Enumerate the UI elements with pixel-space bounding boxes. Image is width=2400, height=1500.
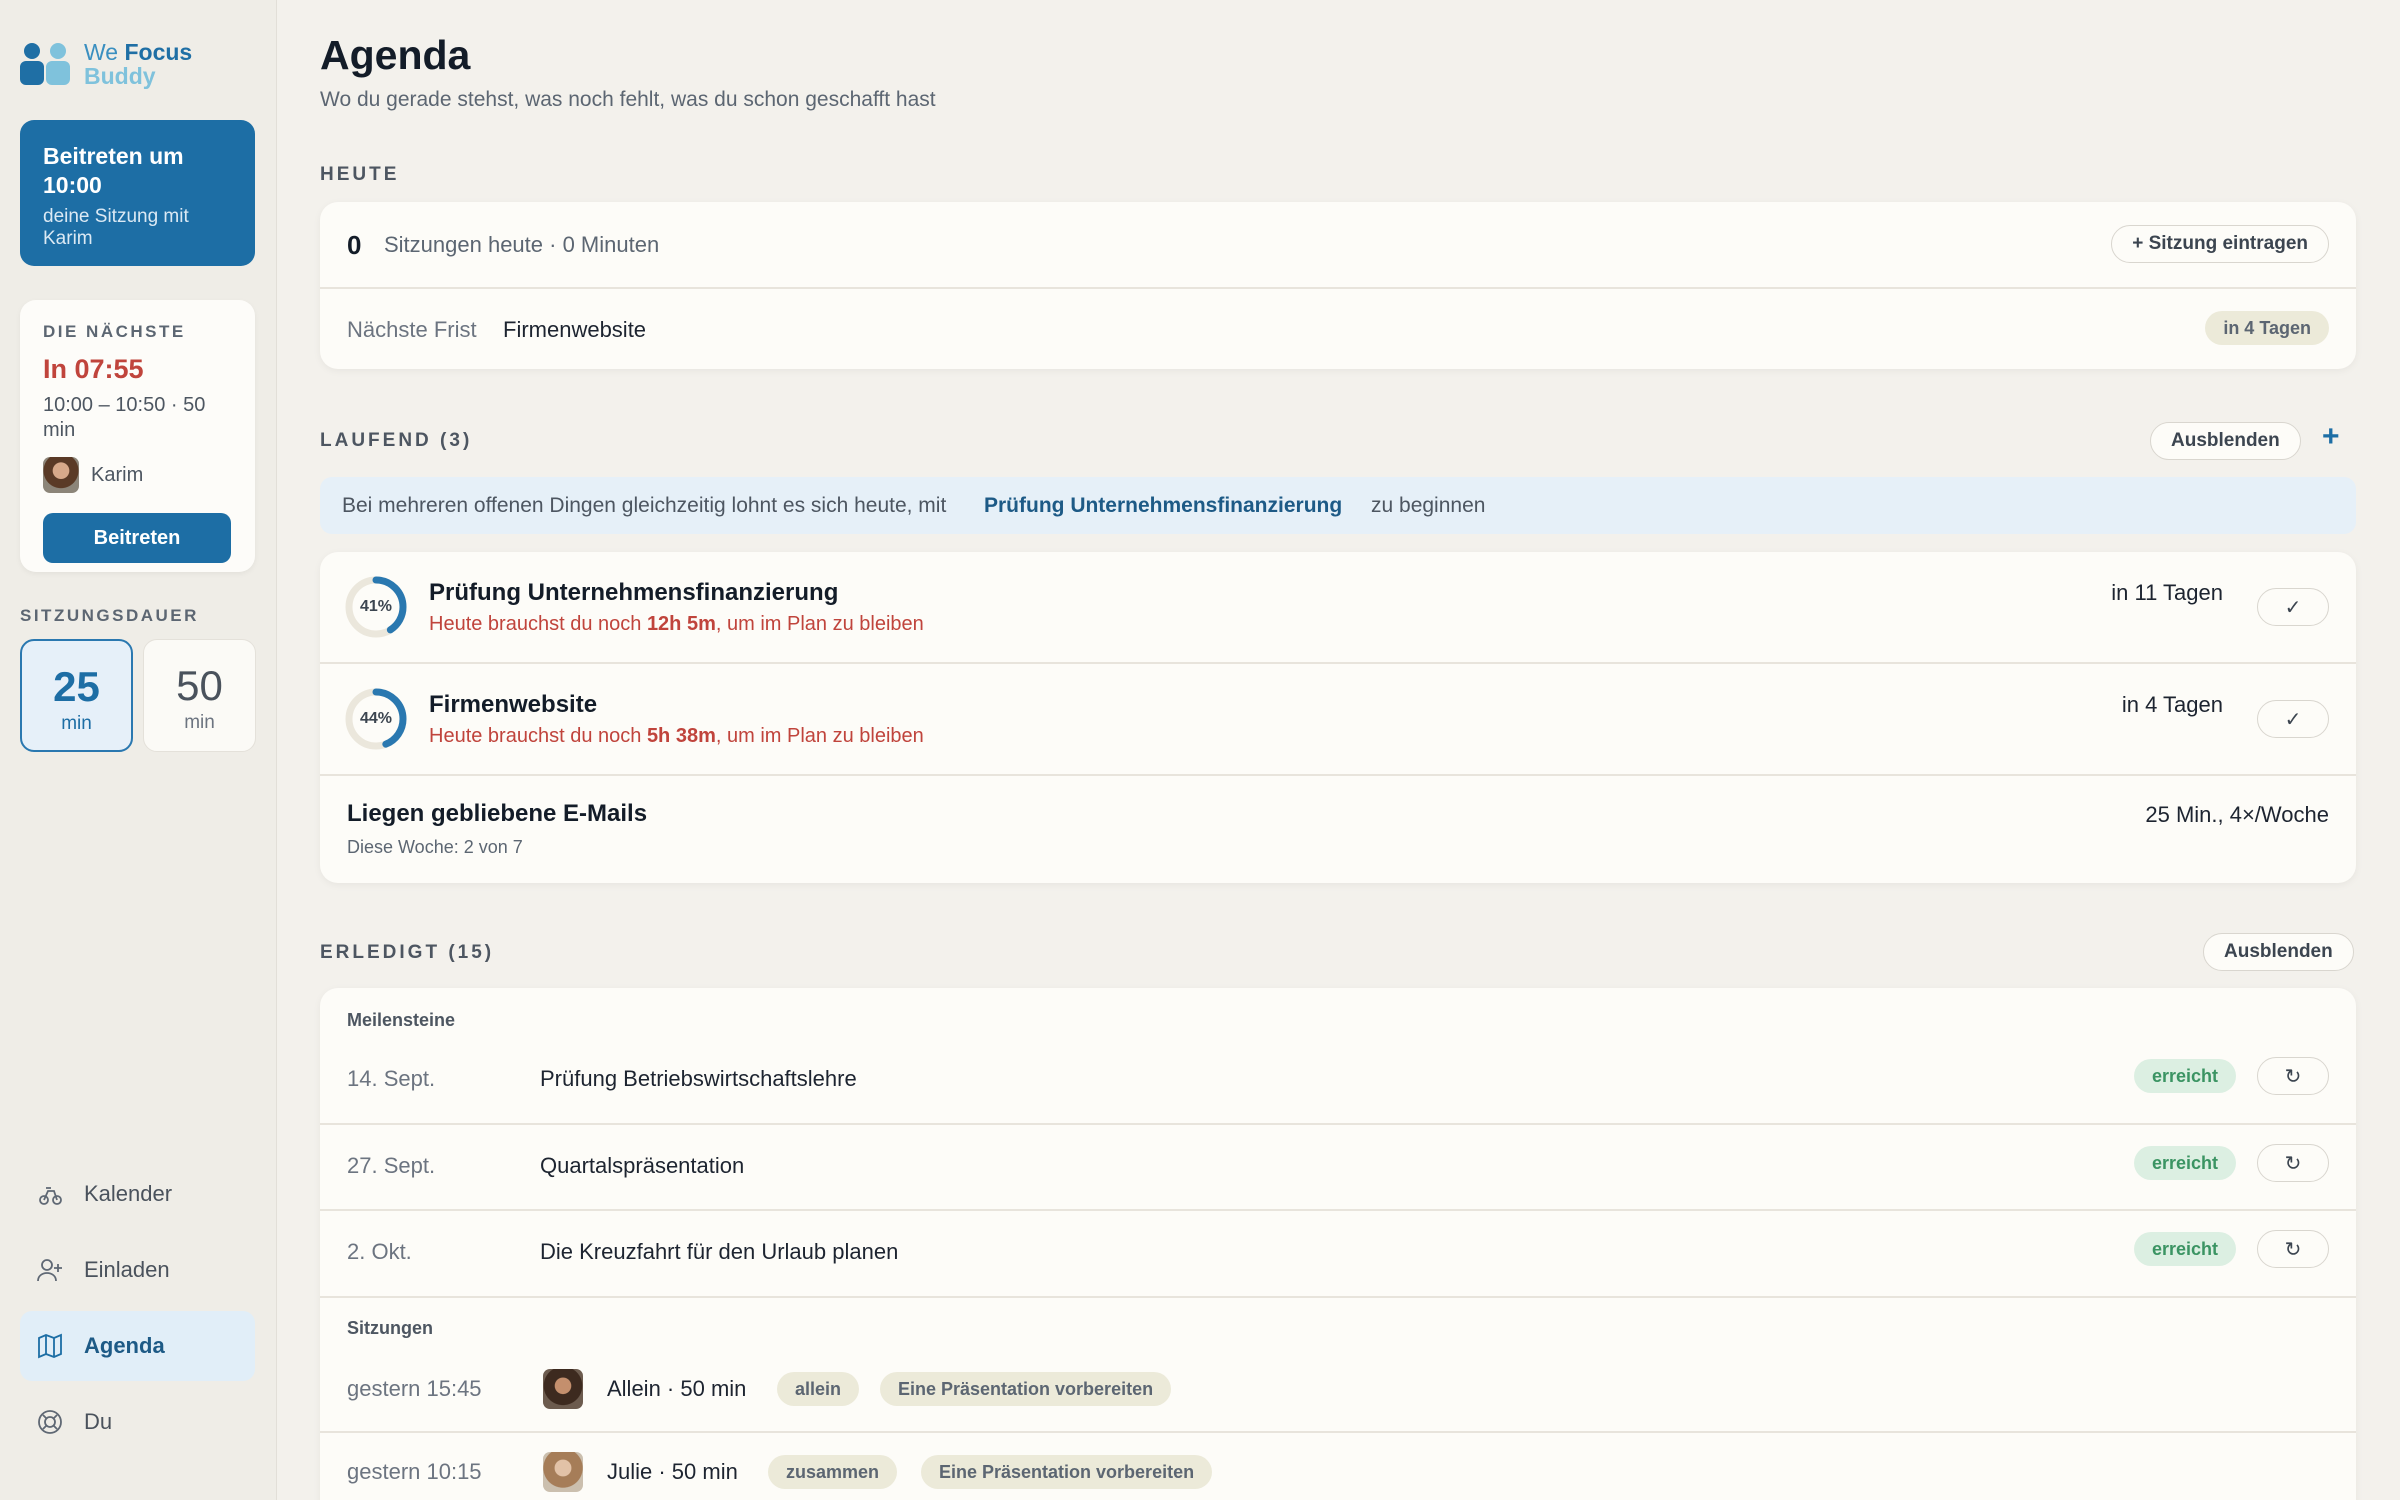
- status-badge: erreicht: [2133, 1146, 2236, 1180]
- status-badge: erreicht: [2133, 1232, 2236, 1266]
- project-required-time: Heute brauchst du noch 12h 5m, um im Pla…: [429, 613, 924, 635]
- undo-icon[interactable]: ↻: [2257, 1144, 2329, 1182]
- section-today-label: HEUTE: [320, 164, 400, 185]
- session-row: gestern 10:15 Julie · 50 min zusammen Ei…: [320, 1432, 2356, 1500]
- page-subtitle: Wo du gerade stehst, was noch fehlt, was…: [320, 88, 936, 111]
- calendar-icon: [39, 1187, 62, 1205]
- next-session-label: DIE NÄCHSTE: [43, 322, 186, 341]
- session-time: gestern 10:15: [347, 1459, 482, 1484]
- milestone-row: 27. Sept. Quartalspräsentation erreicht …: [320, 1124, 2356, 1210]
- project-name: Prüfung Unternehmensfinanzierung: [429, 579, 839, 606]
- running-card: 41% Prüfung Unternehmensfinanzierung Heu…: [320, 552, 2356, 883]
- habit-progress: Diese Woche: 2 von 7: [347, 837, 523, 857]
- project-required-time: Heute brauchst du noch 5h 38m, um im Pla…: [429, 725, 924, 747]
- project-name: Firmenwebsite: [429, 691, 598, 718]
- milestone-name: Quartalspräsentation: [540, 1153, 745, 1178]
- today-summary-row: 0 Sitzungen heute · 0 Minuten + Sitzung …: [320, 202, 2356, 287]
- project-due: in 11 Tagen: [2111, 580, 2223, 605]
- hide-running-button[interactable]: Ausblenden: [2150, 422, 2301, 460]
- next-deadline-row[interactable]: Nächste Frist Firmenwebsite in 4 Tagen: [320, 288, 2356, 369]
- deadline-badge: in 4 Tagen: [2205, 311, 2329, 345]
- status-badge: erreicht: [2133, 1059, 2236, 1093]
- next-session-time: 10:00 – 10:50 · 50 min: [43, 394, 206, 441]
- check-icon[interactable]: ✓: [2257, 700, 2329, 738]
- today-session-count: 0: [347, 230, 362, 260]
- check-icon[interactable]: ✓: [2257, 588, 2329, 626]
- next-deadline-label: Nächste Frist: [347, 317, 477, 342]
- section-running-label: LAUFEND (3): [320, 430, 473, 451]
- milestone-name: Prüfung Betriebswirtschaftslehre: [540, 1066, 857, 1091]
- session-task-badge: Eine Präsentation vorbereiten: [880, 1372, 1172, 1406]
- section-done-label: ERLEDIGT (15): [320, 942, 495, 963]
- add-session-button[interactable]: + Sitzung eintragen: [2111, 225, 2329, 263]
- avatar: [43, 457, 79, 493]
- page-title: Agenda: [320, 32, 471, 78]
- next-deadline-name: Firmenwebsite: [503, 317, 647, 342]
- habit-schedule: 25 Min., 4×/Woche: [2145, 802, 2329, 827]
- join-session-card[interactable]: Beitreten um 10:00 deine Sitzung mit Kar…: [20, 120, 255, 266]
- undo-icon[interactable]: ↻: [2257, 1057, 2329, 1095]
- suggestion-suffix: zu beginnen: [1371, 494, 1486, 517]
- habit-name: Liegen gebliebene E-Mails: [347, 800, 648, 827]
- avatar: [543, 1369, 583, 1409]
- suggestion-project-link[interactable]: Prüfung Unternehmensfinanzierung: [984, 494, 1342, 518]
- logo[interactable]: We Focus Buddy: [20, 40, 192, 88]
- session-mode-badge: allein: [777, 1372, 860, 1406]
- milestone-row: 2. Okt. Die Kreuzfahrt für den Urlaub pl…: [320, 1210, 2356, 1296]
- today-card: 0 Sitzungen heute · 0 Minuten + Sitzung …: [320, 202, 2356, 369]
- add-user-icon: [37, 1259, 62, 1282]
- avatar: [543, 1452, 583, 1492]
- progress-ring: 41%: [345, 576, 407, 638]
- logo-icon: [20, 41, 72, 87]
- session-who: Allein · 50 min: [607, 1376, 747, 1401]
- project-row[interactable]: 41% Prüfung Unternehmensfinanzierung Heu…: [320, 552, 2356, 662]
- next-session-countdown: In 07:55: [43, 354, 144, 384]
- project-due: in 4 Tagen: [2121, 692, 2223, 717]
- progress-ring: 44%: [345, 688, 407, 750]
- partner-name: Karim: [91, 463, 144, 486]
- next-session-card: DIE NÄCHSTE In 07:55 10:00 – 10:50 · 50 …: [20, 300, 255, 572]
- duration-option-50[interactable]: 50 min: [143, 639, 256, 752]
- milestone-date: 14. Sept.: [347, 1066, 436, 1091]
- milestone-name: Die Kreuzfahrt für den Urlaub planen: [540, 1239, 899, 1264]
- done-card: Meilensteine 14. Sept. Prüfung Betriebsw…: [320, 988, 2356, 1500]
- add-project-icon[interactable]: +: [2322, 420, 2340, 454]
- project-row[interactable]: 44% Firmenwebsite Heute brauchst du noch…: [320, 663, 2356, 774]
- nav-item-einladen[interactable]: Einladen: [20, 1235, 255, 1305]
- join-card-title: Beitreten um 10:00: [43, 143, 184, 198]
- session-mode-badge: zusammen: [768, 1455, 898, 1489]
- sessions-label: Sitzungen: [347, 1318, 433, 1338]
- profile-icon: [38, 1410, 62, 1434]
- undo-icon[interactable]: ↻: [2257, 1230, 2329, 1268]
- divider: [320, 1296, 2356, 1298]
- nav-item-du[interactable]: Du: [20, 1387, 255, 1457]
- suggestion-banner: Bei mehreren offenen Dingen gleichzeitig…: [320, 477, 2356, 534]
- duration-option-25[interactable]: 25 min: [20, 639, 133, 752]
- session-who: Julie · 50 min: [607, 1459, 738, 1484]
- sidebar: We Focus Buddy Beitreten um 10:00 deine …: [0, 0, 277, 1500]
- milestone-date: 27. Sept.: [347, 1153, 436, 1178]
- today-summary-text: Sitzungen heute · 0 Minuten: [384, 232, 660, 257]
- nav-item-kalender[interactable]: Kalender: [20, 1159, 255, 1229]
- next-session-partner: Karim: [43, 457, 232, 493]
- milestone-row: 14. Sept. Prüfung Betriebswirtschaftsleh…: [320, 1040, 2356, 1113]
- map-icon: [38, 1333, 62, 1359]
- hide-done-button[interactable]: Ausblenden: [2203, 933, 2354, 971]
- session-task-badge: Eine Präsentation vorbereiten: [921, 1455, 1213, 1489]
- session-duration-label: SITZUNGSDAUER: [20, 606, 199, 625]
- session-row: gestern 15:45 Allein · 50 min allein Ein…: [320, 1349, 2356, 1421]
- suggestion-text: Bei mehreren offenen Dingen gleichzeitig…: [342, 494, 947, 517]
- milestone-date: 2. Okt.: [347, 1239, 412, 1264]
- join-button[interactable]: Beitreten: [43, 513, 231, 563]
- session-time: gestern 15:45: [347, 1376, 482, 1401]
- milestones-label: Meilensteine: [347, 1010, 456, 1030]
- join-card-subtitle: deine Sitzung mit Karim: [43, 206, 189, 249]
- nav-item-agenda[interactable]: Agenda: [20, 1311, 255, 1381]
- habit-row[interactable]: Liegen gebliebene E-Mails Diese Woche: 2…: [320, 775, 2356, 883]
- logo-text: We Focus Buddy: [84, 39, 193, 89]
